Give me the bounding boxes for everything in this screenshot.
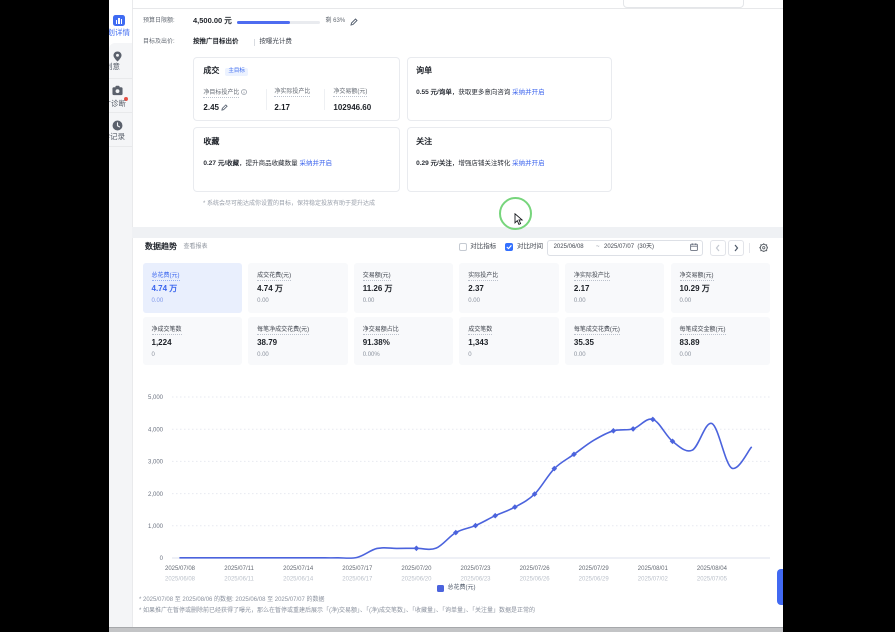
svg-text:1,000: 1,000 bbox=[148, 524, 164, 530]
svg-text:2025/08/01: 2025/08/01 bbox=[638, 566, 669, 572]
svg-text:2025/07/29: 2025/07/29 bbox=[579, 566, 610, 572]
svg-text:0: 0 bbox=[160, 556, 164, 562]
svg-text:2025/07/23: 2025/07/23 bbox=[460, 566, 491, 572]
svg-text:2025/07/20: 2025/07/20 bbox=[401, 566, 432, 572]
svg-text:4,000: 4,000 bbox=[148, 427, 164, 433]
svg-text:2025/07/05: 2025/07/05 bbox=[697, 577, 728, 583]
svg-text:2025/06/26: 2025/06/26 bbox=[520, 577, 551, 583]
svg-text:2025/06/17: 2025/06/17 bbox=[342, 577, 373, 583]
svg-text:2025/07/14: 2025/07/14 bbox=[283, 566, 314, 572]
svg-text:2,000: 2,000 bbox=[148, 492, 164, 498]
svg-text:2025/06/23: 2025/06/23 bbox=[460, 577, 491, 583]
svg-text:2025/08/04: 2025/08/04 bbox=[697, 566, 728, 572]
svg-text:2025/07/02: 2025/07/02 bbox=[638, 577, 669, 583]
svg-text:2025/06/11: 2025/06/11 bbox=[224, 577, 254, 583]
svg-text:2025/06/29: 2025/06/29 bbox=[579, 577, 610, 583]
svg-text:5,000: 5,000 bbox=[148, 395, 164, 401]
svg-text:2025/06/08: 2025/06/08 bbox=[165, 577, 196, 583]
svg-text:2025/07/17: 2025/07/17 bbox=[342, 566, 373, 572]
svg-text:2025/07/26: 2025/07/26 bbox=[520, 566, 551, 572]
svg-text:2025/07/11: 2025/07/11 bbox=[224, 566, 254, 572]
svg-text:2025/06/14: 2025/06/14 bbox=[283, 577, 314, 583]
svg-text:3,000: 3,000 bbox=[148, 460, 164, 466]
svg-text:2025/07/08: 2025/07/08 bbox=[165, 566, 196, 572]
svg-text:2025/06/20: 2025/06/20 bbox=[401, 577, 432, 583]
